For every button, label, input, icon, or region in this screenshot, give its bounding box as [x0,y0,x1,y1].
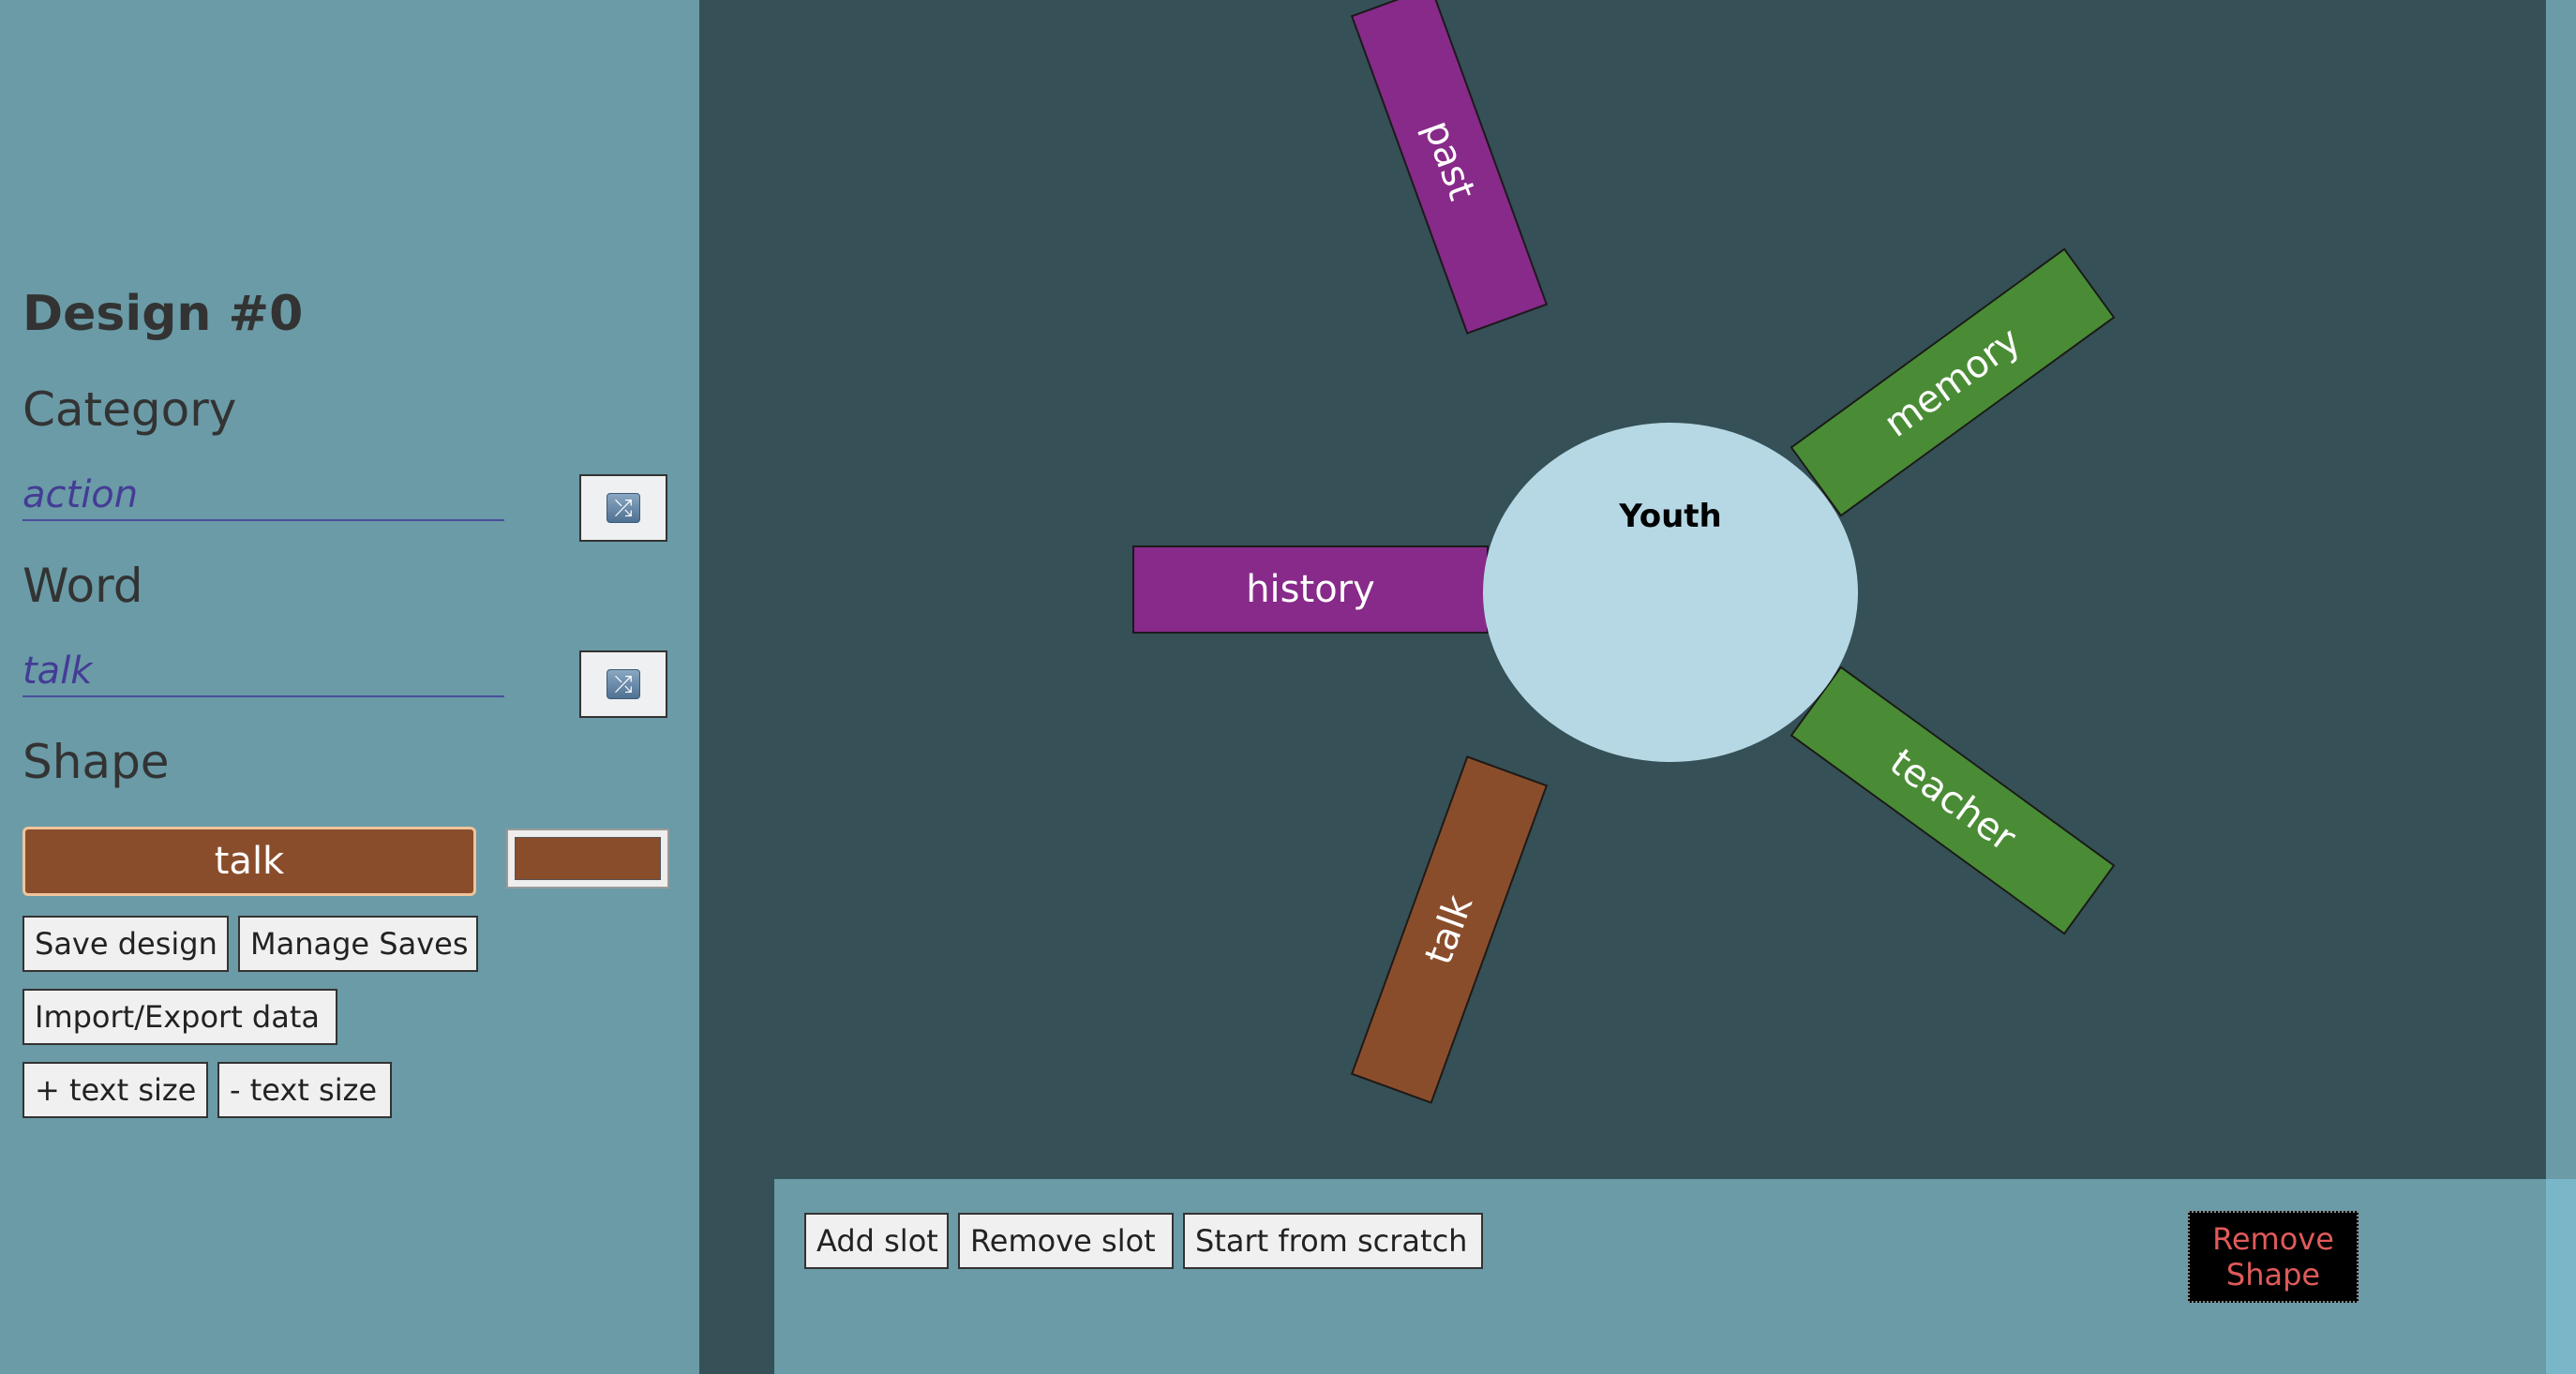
right-edge-strip [2546,0,2576,1374]
slot-label: teacher [1881,740,2024,860]
hub-label: Youth [1619,498,1722,535]
hub-circle[interactable]: Youth [1483,423,1858,762]
shape-color-swatch [515,837,661,880]
slot-history[interactable]: history [1132,545,1489,634]
slot-label: talk [1416,889,1482,970]
slot-label: past [1415,114,1484,206]
word-heading: Word [22,559,143,613]
import-export-button[interactable]: Import/Export data [22,989,337,1045]
slot-teacher[interactable]: teacher [1790,665,2116,935]
increase-text-size-button[interactable]: + text size [22,1062,208,1118]
design-title: Design #0 [22,286,304,342]
design-canvas[interactable]: past memory history teacher talk Youth [699,0,2546,1179]
slot-label: memory [1876,319,2029,446]
slot-talk[interactable]: talk [1350,755,1549,1104]
slot-past[interactable]: past [1350,0,1549,335]
category-field[interactable]: action [22,470,504,521]
slot-memory[interactable]: memory [1790,247,2116,517]
shape-preview[interactable]: talk [22,827,476,896]
sidebar: Design #0 Category action ⤮ Word talk ⤮ … [0,0,699,1374]
right-edge-strip-lower [2546,1179,2576,1374]
shape-color-picker[interactable] [506,829,669,889]
save-design-button[interactable]: Save design [22,916,229,972]
shuffle-icon: ⤮ [607,493,640,523]
bottom-toolbar: Add slot Remove slot Start from scratch … [774,1179,2576,1374]
add-slot-button[interactable]: Add slot [804,1213,949,1269]
remove-slot-button[interactable]: Remove slot [958,1213,1174,1269]
word-field[interactable]: talk [22,647,504,697]
category-heading: Category [22,382,237,437]
start-from-scratch-button[interactable]: Start from scratch [1183,1213,1483,1269]
remove-shape-button[interactable]: Remove Shape [2188,1211,2359,1303]
shape-heading: Shape [22,735,170,789]
manage-saves-button[interactable]: Manage Saves [238,916,478,972]
decrease-text-size-button[interactable]: - text size [217,1062,392,1118]
category-shuffle-button[interactable]: ⤮ [579,474,667,542]
word-shuffle-button[interactable]: ⤮ [579,650,667,718]
slot-label: history [1246,568,1375,611]
shuffle-icon: ⤮ [607,669,640,699]
